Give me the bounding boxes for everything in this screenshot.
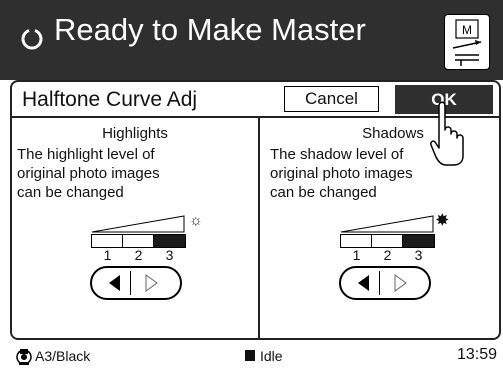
shadows-decrease-button[interactable]: [349, 271, 380, 295]
highlights-column: Highlights The highlight level of origin…: [12, 118, 258, 338]
level-number: 2: [383, 247, 392, 263]
shadows-desc-line: can be changed: [270, 184, 377, 201]
level-segment: [123, 235, 154, 247]
highlights-level-bar: [91, 234, 186, 248]
level-number: 1: [352, 247, 361, 263]
machine-status-icon: [245, 350, 255, 361]
level-wedge-icon: [91, 215, 185, 233]
level-number: 2: [134, 247, 143, 263]
shadows-level-bar: [340, 234, 435, 248]
highlights-level-numbers: 1 2 3: [92, 248, 185, 262]
shadows-level-numbers: 1 2 3: [341, 248, 434, 262]
cancel-button[interactable]: Cancel: [284, 86, 379, 112]
highlights-increase-button[interactable]: [136, 271, 166, 295]
level-number: 1: [103, 247, 112, 263]
left-triangle-icon: [358, 275, 369, 291]
shadows-stepper: [339, 266, 431, 300]
paper-status: A3/Black: [35, 348, 91, 364]
right-triangle-icon: [145, 274, 158, 292]
level-wedge-icon: [340, 215, 434, 233]
status-bar: A3/Black Idle 13:59: [0, 340, 503, 372]
paper-tray-icon: [16, 349, 32, 365]
level-number: 3: [165, 247, 174, 263]
svg-text:M: M: [462, 23, 472, 37]
dialog-title: Halftone Curve Adj: [22, 88, 198, 111]
page-title: Ready to Make Master: [54, 12, 366, 47]
highlights-heading: Highlights: [102, 125, 168, 142]
hand-pointer-icon: [430, 101, 464, 166]
level-segment: [341, 235, 372, 247]
machine-state: Idle: [260, 348, 283, 364]
master-icon[interactable]: M: [444, 14, 490, 70]
circle-arrow-icon: [21, 29, 43, 50]
highlights-desc-line: The highlight level of: [17, 146, 155, 163]
sun-outline-icon: ☼: [189, 212, 203, 229]
highlights-description: The highlight level of original photo im…: [17, 145, 217, 202]
level-number: 3: [414, 247, 423, 263]
level-segment: [403, 235, 434, 247]
right-triangle-icon: [394, 274, 407, 292]
level-segment: [92, 235, 123, 247]
level-segment: [372, 235, 403, 247]
header-bar: Ready to Make Master M: [0, 0, 503, 80]
highlights-stepper: [90, 266, 182, 300]
shadows-increase-button[interactable]: [385, 271, 415, 295]
left-triangle-icon: [109, 275, 120, 291]
clock: 13:59: [456, 346, 497, 363]
level-segment: [154, 235, 185, 247]
highlights-desc-line: original photo images: [17, 165, 160, 182]
highlights-desc-line: can be changed: [17, 184, 124, 201]
highlights-decrease-button[interactable]: [100, 271, 131, 295]
sun-filled-icon: ✸: [436, 212, 449, 229]
